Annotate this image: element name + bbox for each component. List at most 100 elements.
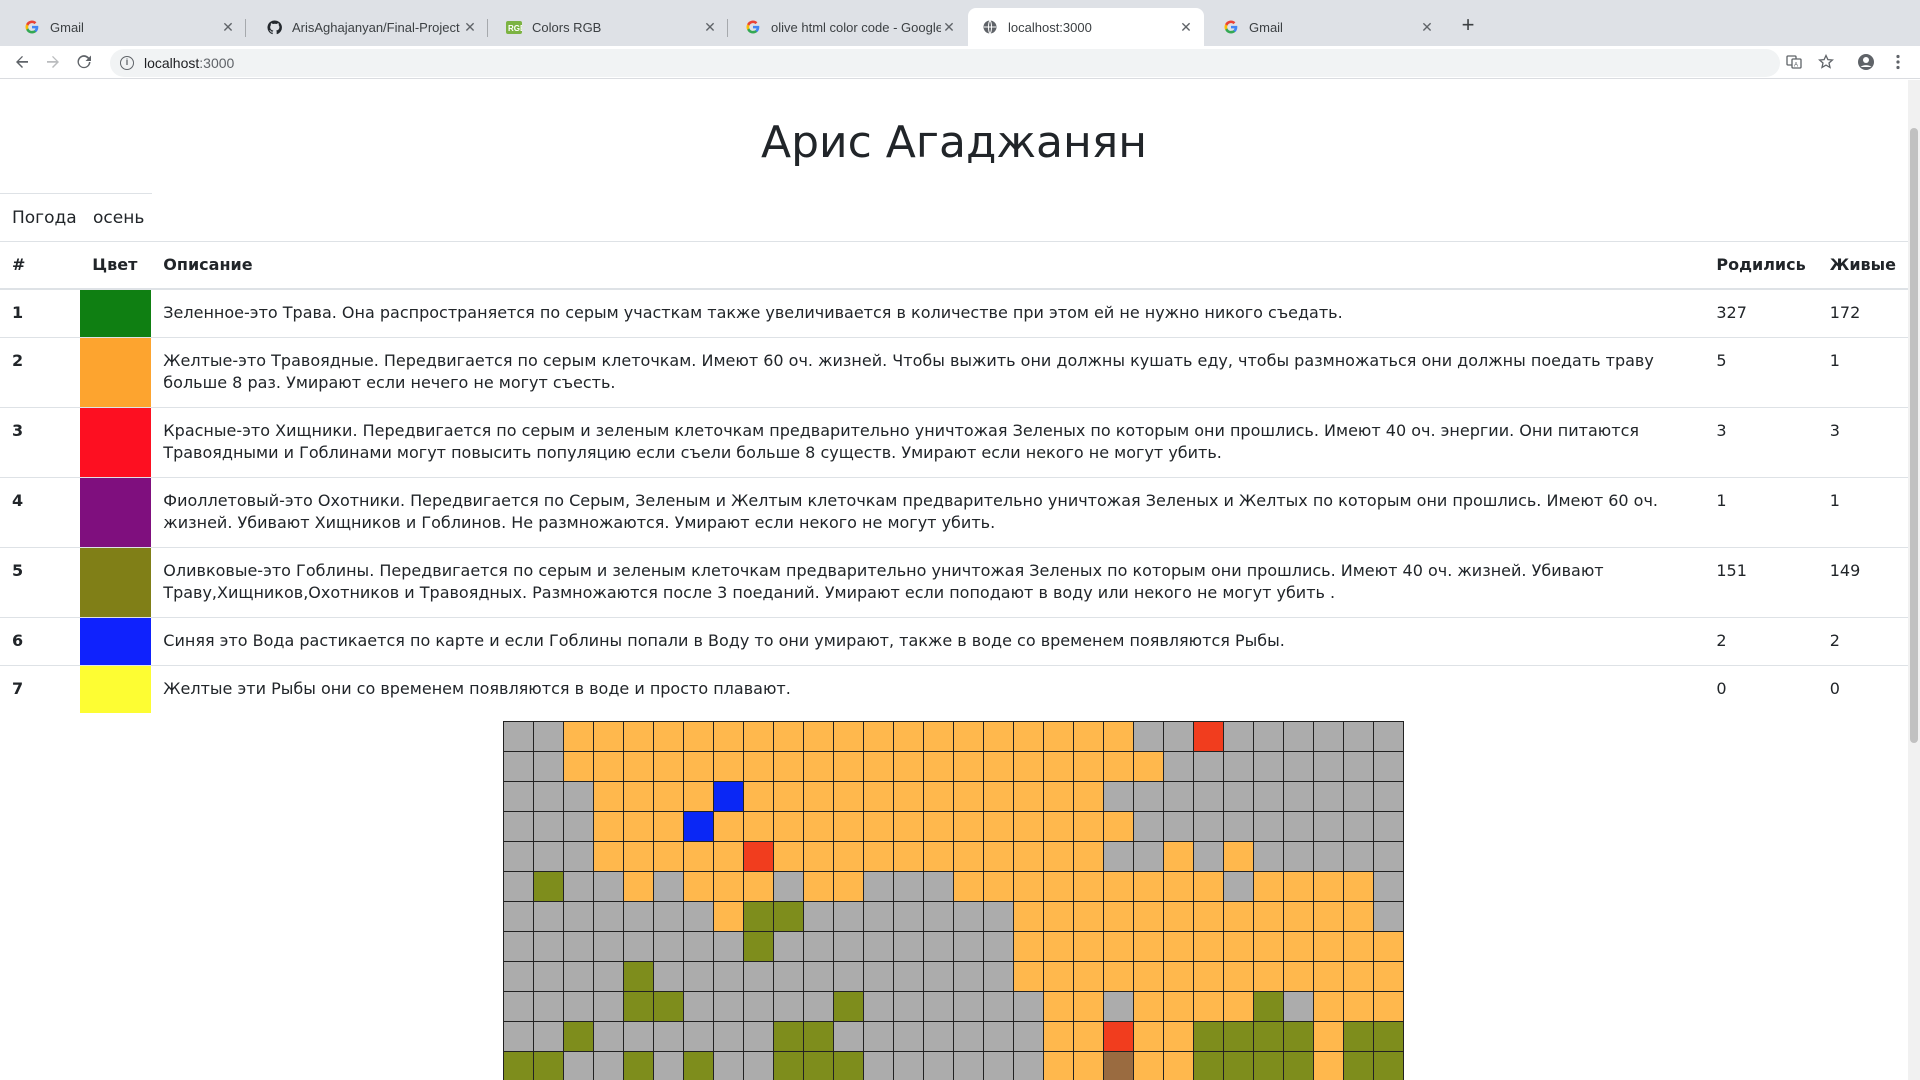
grid-cell — [1224, 932, 1254, 962]
grid-cell — [834, 932, 864, 962]
grid-cell — [564, 842, 594, 872]
grid-cell — [1044, 992, 1074, 1022]
grid-cell — [1314, 872, 1344, 902]
grid-cell — [984, 722, 1014, 752]
table-body: 1 Зеленное-это Трава. Она распространяетс… — [0, 288, 1908, 713]
color-swatch — [80, 618, 152, 665]
vertical-scrollbar[interactable] — [1908, 80, 1920, 1080]
browser-tab[interactable]: localhost:3000 ✕ — [968, 8, 1204, 46]
forward-icon[interactable] — [41, 50, 65, 74]
grid-cell — [1224, 872, 1254, 902]
grid-cell — [534, 992, 564, 1022]
grid-cell — [504, 872, 534, 902]
grid-cell — [684, 1022, 714, 1052]
new-tab-button[interactable]: + — [1454, 12, 1482, 40]
account-icon[interactable] — [1854, 50, 1878, 74]
grid-cell — [1194, 1052, 1224, 1080]
grid-cell — [984, 1052, 1014, 1080]
tab-separator — [245, 19, 246, 37]
grid-cell — [984, 962, 1014, 992]
bookmark-star-icon[interactable] — [1814, 50, 1838, 74]
grid-cell — [924, 782, 954, 812]
row-description: Желтые эти Рыбы они со временем появляют… — [151, 665, 1705, 713]
grid-cell — [1314, 902, 1344, 932]
grid-cell — [1314, 752, 1344, 782]
grid-cell — [714, 932, 744, 962]
site-info-icon[interactable]: i — [120, 56, 134, 70]
browser-tab[interactable]: ArisAghajanyan/Final-Project ✕ — [252, 8, 488, 46]
browser-tab[interactable]: Gmail ✕ — [1209, 8, 1445, 46]
translate-icon[interactable]: A — [1782, 50, 1806, 74]
close-icon[interactable]: ✕ — [1419, 19, 1435, 36]
close-icon[interactable]: ✕ — [702, 19, 718, 36]
grid-cell — [1134, 1022, 1164, 1052]
header-num: # — [0, 241, 81, 290]
grid-cell — [834, 722, 864, 752]
grid-cell — [594, 902, 624, 932]
close-icon[interactable]: ✕ — [220, 19, 236, 36]
grid-cell — [864, 902, 894, 932]
grid-cell — [1284, 842, 1314, 872]
browser-tab[interactable]: RGB Colors RGB ✕ — [492, 8, 728, 46]
grid-cell — [774, 782, 804, 812]
grid-cell — [804, 812, 834, 842]
reload-icon[interactable] — [72, 50, 96, 74]
grid-cell — [1074, 752, 1104, 782]
weather-value: осень — [93, 208, 145, 228]
grid-cell — [564, 962, 594, 992]
tab-title: Gmail — [1249, 19, 1283, 35]
grid-cell — [504, 722, 534, 752]
grid-cell — [564, 872, 594, 902]
menu-kebab-icon[interactable] — [1886, 50, 1910, 74]
scrollbar-thumb[interactable] — [1910, 128, 1918, 743]
close-icon[interactable]: ✕ — [941, 19, 957, 36]
grid-cell — [654, 1022, 684, 1052]
grid-cell — [1194, 872, 1224, 902]
grid-cell — [834, 812, 864, 842]
color-swatch — [80, 290, 152, 337]
grid-cell — [1254, 1052, 1284, 1080]
close-icon[interactable]: ✕ — [462, 19, 478, 36]
grid-cell — [1254, 992, 1284, 1022]
grid-cell — [774, 902, 804, 932]
grid-cell — [654, 722, 684, 752]
grid-cell — [1044, 842, 1074, 872]
grid-cell — [1044, 812, 1074, 842]
grid-cell — [864, 752, 894, 782]
grid-cell — [774, 932, 804, 962]
grid-cell — [1284, 932, 1314, 962]
grid-cell — [624, 992, 654, 1022]
row-alive: 1 — [1817, 337, 1908, 408]
browser-tab[interactable]: olive html color code - Google ✕ — [731, 8, 967, 46]
grid-cell — [924, 962, 954, 992]
grid-cell — [1374, 782, 1404, 812]
grid-cell — [894, 932, 924, 962]
close-icon[interactable]: ✕ — [1178, 19, 1194, 36]
grid-cell — [684, 962, 714, 992]
grid-cell — [1014, 842, 1044, 872]
grid-cell — [864, 1052, 894, 1080]
grid-cell — [1254, 752, 1284, 782]
grid-cell — [744, 812, 774, 842]
grid-cell — [1314, 992, 1344, 1022]
grid-cell — [1134, 962, 1164, 992]
row-number: 3 — [0, 407, 81, 478]
grid-cell — [654, 872, 684, 902]
tab-title: Colors RGB — [532, 19, 602, 35]
grid-cell — [954, 782, 984, 812]
grid-cell — [954, 962, 984, 992]
back-icon[interactable] — [10, 50, 34, 74]
grid-cell — [774, 842, 804, 872]
grid-cell — [714, 1052, 744, 1080]
grid-cell — [1074, 992, 1104, 1022]
address-bar[interactable]: i localhost:3000 — [110, 49, 1780, 77]
row-alive: 2 — [1817, 617, 1908, 666]
browser-tab[interactable]: Gmail ✕ — [10, 8, 246, 46]
grid-cell — [1104, 782, 1134, 812]
grid-cell — [564, 1052, 594, 1080]
grid-cell — [624, 782, 654, 812]
color-cell — [80, 337, 152, 408]
google-icon — [24, 19, 40, 35]
color-cell — [80, 288, 152, 338]
color-swatch — [80, 548, 152, 617]
